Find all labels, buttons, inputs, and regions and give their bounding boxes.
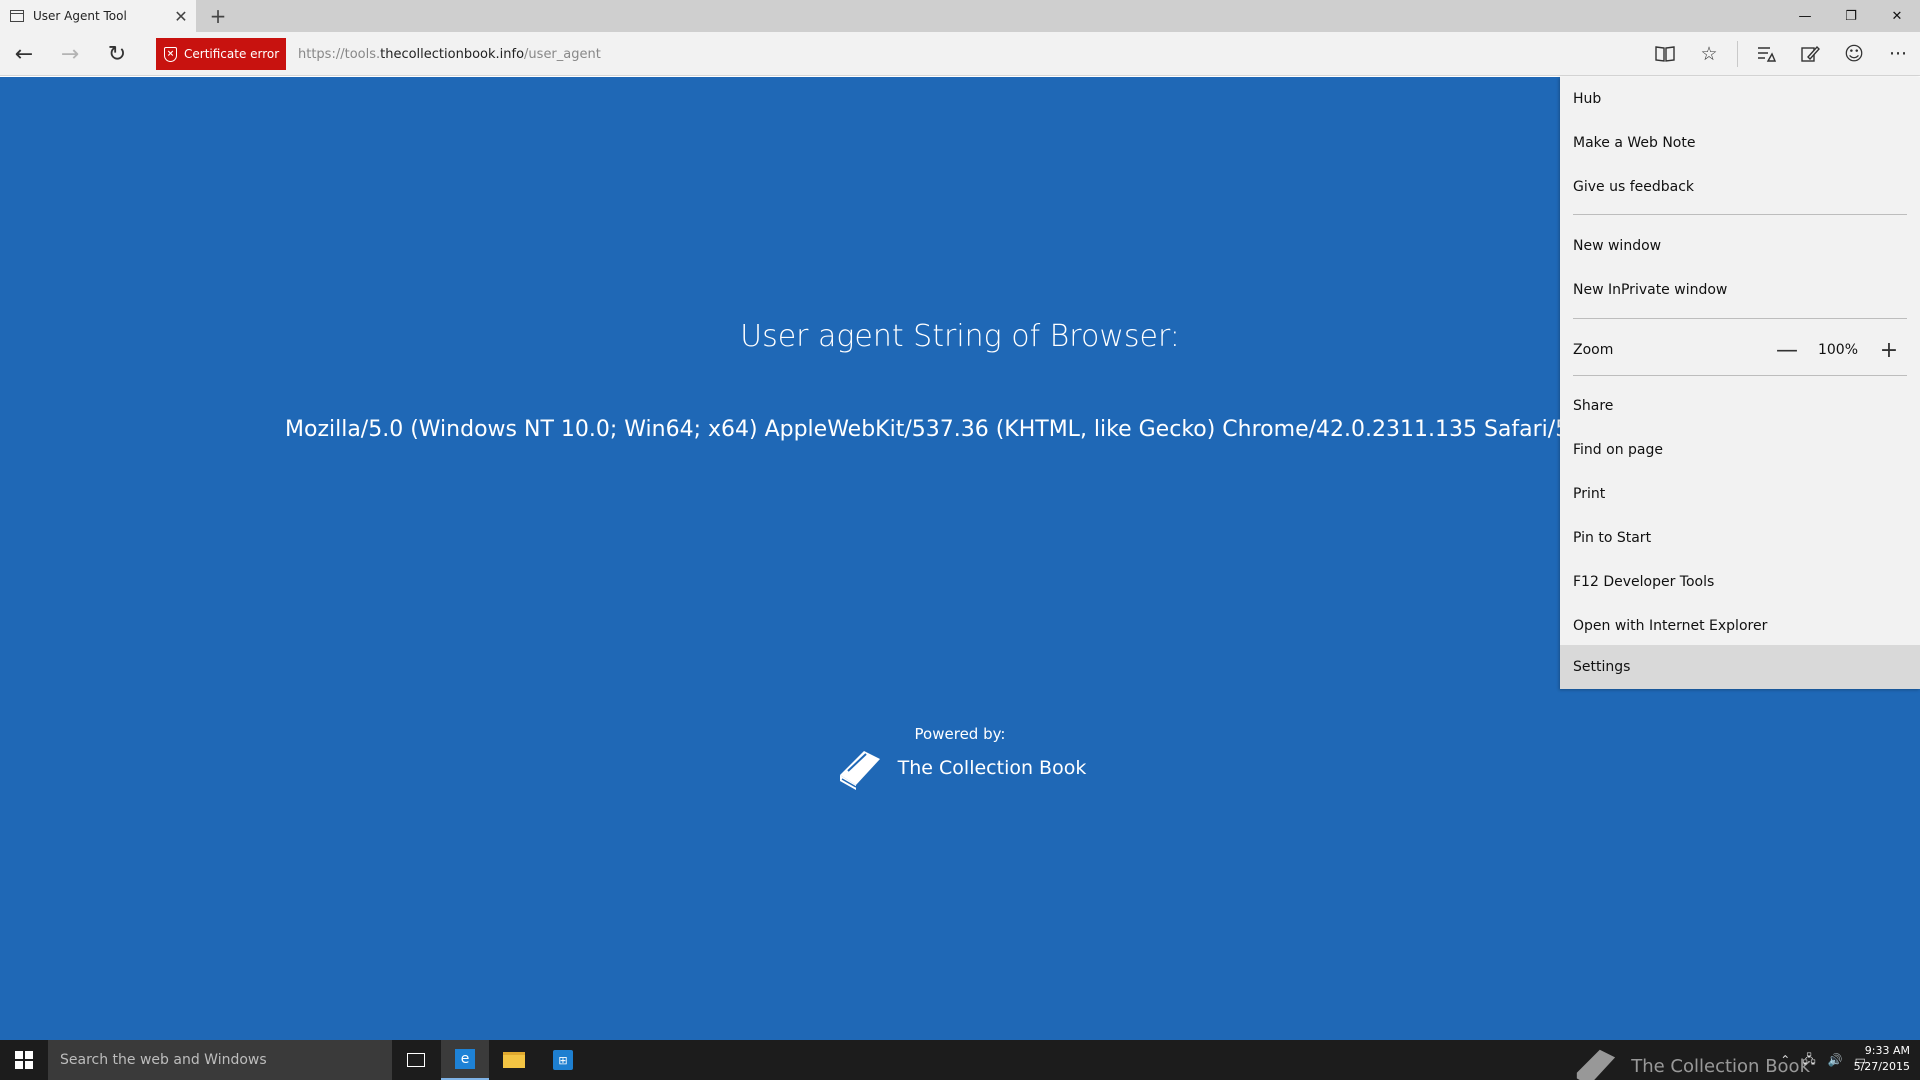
taskbar-edge[interactable]: e	[441, 1040, 489, 1080]
taskbar-store[interactable]: ⊞	[539, 1040, 587, 1080]
menu-item-pin-to-start[interactable]: Pin to Start	[1560, 516, 1920, 560]
taskbar-file-explorer[interactable]	[490, 1040, 538, 1080]
watermark: The Collection Book	[1569, 1044, 1810, 1088]
menu-divider	[1573, 214, 1907, 215]
clock-time: 9:33 AM	[1864, 1044, 1910, 1057]
task-view-button[interactable]	[392, 1040, 440, 1080]
close-window-button[interactable]: ✕	[1874, 0, 1920, 32]
book-logo-icon	[839, 751, 880, 790]
menu-item-hub[interactable]: Hub	[1560, 77, 1920, 121]
more-actions-menu: Hub Make a Web Note Give us feedback New…	[1560, 77, 1920, 689]
hub-icon[interactable]	[1744, 32, 1788, 76]
toolbar-divider	[1737, 41, 1738, 67]
web-note-icon[interactable]	[1788, 32, 1832, 76]
brand-name: The Collection Book	[897, 757, 1087, 779]
window-controls: — ❐ ✕	[1782, 0, 1920, 32]
menu-item-f12-tools[interactable]: F12 Developer Tools	[1560, 560, 1920, 604]
network-icon[interactable]: 🖧	[1802, 1050, 1815, 1071]
refresh-button[interactable]: ↻	[97, 32, 137, 76]
zoom-level: 100%	[1817, 342, 1859, 358]
more-actions-icon[interactable]: ···	[1876, 32, 1920, 76]
address-field[interactable]: https://tools. thecollectionbook.info/use…	[298, 32, 601, 76]
zoom-in-button[interactable]: +	[1876, 337, 1902, 363]
zoom-controls: — 100% +	[1774, 328, 1902, 372]
feedback-smiley-icon[interactable]: ☺	[1832, 32, 1876, 76]
taskbar-search-box[interactable]: Search the web and Windows	[48, 1040, 392, 1080]
start-button[interactable]	[0, 1040, 48, 1080]
toolbar-icons: ☆ ☺ ···	[1643, 32, 1920, 76]
page-icon	[10, 10, 24, 22]
clock-date: 5/27/2015	[1853, 1060, 1910, 1073]
url-path: /user_agent	[524, 46, 601, 62]
menu-divider	[1573, 375, 1907, 376]
menu-item-new-window[interactable]: New window	[1560, 224, 1920, 268]
watermark-book-icon	[1577, 1049, 1616, 1088]
url-scheme: https://tools.	[298, 46, 381, 62]
chevron-up-icon[interactable]: ⌃	[1780, 1053, 1790, 1067]
zoom-out-button[interactable]: —	[1774, 337, 1800, 363]
reading-view-icon[interactable]	[1643, 32, 1687, 76]
brand-link[interactable]: The Collection Book	[0, 745, 1920, 791]
volume-icon[interactable]: 🔊	[1828, 1053, 1843, 1067]
certificate-error-label: Certificate error	[184, 47, 280, 61]
windows-logo-icon	[15, 1051, 33, 1069]
favorites-star-icon[interactable]: ☆	[1687, 32, 1731, 76]
edge-icon: e	[455, 1049, 475, 1069]
title-bar: User Agent Tool ✕ + — ❐ ✕	[0, 0, 1920, 32]
url-host: thecollectionbook.info	[380, 46, 525, 62]
minimize-button[interactable]: —	[1782, 0, 1828, 32]
task-view-icon	[407, 1053, 425, 1067]
menu-item-open-ie[interactable]: Open with Internet Explorer	[1560, 604, 1920, 648]
menu-item-find-on-page[interactable]: Find on page	[1560, 428, 1920, 472]
close-tab-icon[interactable]: ✕	[166, 0, 196, 32]
zoom-label: Zoom	[1573, 342, 1614, 358]
menu-item-inprivate[interactable]: New InPrivate window	[1560, 268, 1920, 312]
restore-button[interactable]: ❐	[1828, 0, 1874, 32]
menu-item-zoom: Zoom — 100% +	[1560, 328, 1920, 372]
menu-item-web-note[interactable]: Make a Web Note	[1560, 121, 1920, 165]
menu-item-print[interactable]: Print	[1560, 472, 1920, 516]
tab-title: User Agent Tool	[33, 9, 127, 23]
menu-divider	[1573, 318, 1907, 319]
powered-by-label: Powered by:	[914, 725, 1006, 743]
shield-icon: ×	[164, 46, 177, 62]
back-button[interactable]: ←	[4, 32, 44, 76]
certificate-error-button[interactable]: × Certificate error	[156, 38, 286, 70]
browser-tab[interactable]: User Agent Tool ✕	[0, 0, 196, 32]
store-icon: ⊞	[553, 1050, 573, 1070]
address-bar-row: ← → ↻ × Certificate error https://tools.…	[0, 32, 1920, 76]
taskbar-clock[interactable]: 9:33 AM 5/27/2015	[1850, 1043, 1910, 1075]
folder-icon	[503, 1052, 525, 1068]
taskbar: Search the web and Windows e ⊞ The Colle…	[0, 1040, 1920, 1088]
menu-item-feedback[interactable]: Give us feedback	[1560, 165, 1920, 209]
menu-item-settings[interactable]: Settings	[1560, 645, 1920, 689]
menu-item-share[interactable]: Share	[1560, 384, 1920, 428]
user-agent-string: Mozilla/5.0 (Windows NT 10.0; Win64; x64…	[285, 417, 1702, 442]
new-tab-button[interactable]: +	[204, 0, 232, 32]
forward-button[interactable]: →	[50, 32, 90, 76]
